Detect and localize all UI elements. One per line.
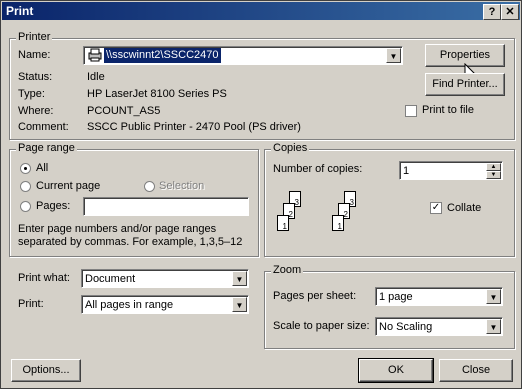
collate-stack-1-icon: 3 2 1 [273,189,313,243]
printer-icon [88,48,102,62]
page-number: 3 [349,198,354,207]
chevron-down-icon[interactable]: ▼ [486,289,501,304]
chevron-down-icon[interactable]: ▼ [232,271,247,286]
current-page-radio[interactable] [20,181,31,192]
print-what-value: Document [85,273,136,285]
status-label: Status: [18,71,53,83]
page-number: 2 [343,210,348,219]
printer-name-value: \\sscwinnt2\SSCC2470 [104,48,221,63]
page-icon: 1 [332,215,344,231]
type-value: HP LaserJet 8100 Series PS [87,88,227,100]
print-to-file-checkbox[interactable] [405,105,417,117]
dialog-title: Print [6,4,34,18]
type-label: Type: [18,88,45,100]
printer-name-select[interactable]: \\sscwinnt2\SSCC2470 ▼ [83,46,403,65]
printer-group-title: Printer [16,31,53,43]
page-range-title: Page range [16,142,77,154]
collate-stack-2-icon: 3 2 1 [328,189,368,243]
pages-radio[interactable] [20,201,31,212]
zoom-title: Zoom [271,264,304,276]
print-dialog: Print ? ✕ Printer Name: \\sscwinnt2\SSCC… [0,0,522,389]
pages-per-sheet-select[interactable]: 1 page ▼ [375,287,503,306]
chevron-down-icon[interactable]: ▼ [232,297,247,312]
selection-label: Selection [159,180,205,192]
find-printer-button[interactable]: Find Printer... [425,73,505,96]
title-bar[interactable]: Print ? ✕ [2,2,520,20]
scale-to-paper-label: Scale to paper size: [273,320,370,332]
spin-up-icon[interactable]: ▲ [486,163,501,171]
ok-button[interactable]: OK [358,358,434,383]
page-number: 3 [294,198,299,207]
pages-per-sheet-label: Pages per sheet: [273,290,357,302]
options-label: Options... [22,364,70,376]
pages-per-sheet-value: 1 page [379,291,413,303]
print-value: All pages in range [85,299,174,311]
comment-label: Comment: [18,121,69,133]
close-label: Close [461,364,491,376]
close-button[interactable]: Close [439,359,513,382]
print-what-select[interactable]: Document ▼ [81,269,249,288]
chevron-down-icon[interactable]: ▼ [486,319,501,334]
copies-title: Copies [271,142,310,154]
options-button[interactable]: Options... [11,359,81,382]
printer-name-label: Name: [18,49,51,61]
properties-label: Properties [439,49,491,61]
selection-radio [144,181,155,192]
page-range-hint-2: separated by commas. For example, 1,3,5–… [18,236,243,248]
print-label: Print: [18,298,44,310]
close-window-button[interactable]: ✕ [501,4,519,20]
number-of-copies-label: Number of copies: [273,163,363,175]
pages-label: Pages: [36,200,71,212]
chevron-down-icon[interactable]: ▼ [386,48,401,63]
print-select[interactable]: All pages in range ▼ [81,295,249,314]
collate-label: Collate [447,202,482,214]
help-button[interactable]: ? [483,4,501,20]
page-icon: 1 [277,215,289,231]
print-what-label: Print what: [18,272,70,284]
spin-down-icon[interactable]: ▼ [486,171,501,179]
all-label: All [36,162,49,174]
find-printer-label: Find Printer... [432,78,498,90]
where-label: Where: [18,105,54,117]
page-number: 2 [288,210,293,219]
pages-input[interactable] [83,197,249,216]
number-of-copies-input[interactable]: 1 ▲ ▼ [399,161,503,180]
scale-to-paper-value: No Scaling [379,321,433,333]
where-value: PCOUNT_AS5 [87,105,161,117]
print-to-file-label: Print to file [422,104,474,116]
ok-label: OK [388,364,404,376]
page-range-hint-1: Enter page numbers and/or page ranges [18,223,217,235]
comment-value: SSCC Public Printer - 2470 Pool (PS driv… [87,121,301,133]
zoom-group: Zoom [264,264,515,349]
all-radio[interactable] [20,163,31,174]
number-of-copies-value: 1 [403,165,410,177]
scale-to-paper-select[interactable]: No Scaling ▼ [375,317,503,336]
page-number: 1 [282,222,287,231]
collate-checkbox[interactable]: ✓ [430,202,442,214]
status-value: Idle [87,71,105,83]
current-page-label: Current page [36,180,101,192]
page-number: 1 [337,222,342,231]
